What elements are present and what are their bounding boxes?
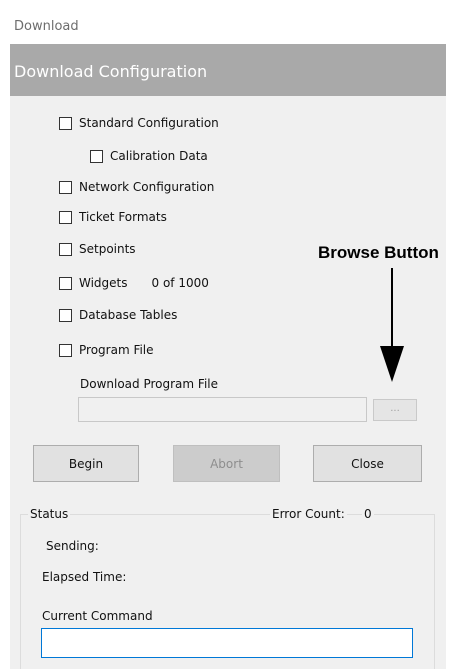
program-file-path-field[interactable] bbox=[78, 397, 367, 422]
checkbox-box[interactable] bbox=[59, 242, 72, 256]
checkbox-label: Widgets bbox=[79, 276, 128, 290]
checkbox-box[interactable] bbox=[90, 149, 103, 163]
error-count-value: 0 bbox=[362, 507, 374, 521]
checkbox-box[interactable] bbox=[59, 210, 72, 224]
checkbox-label: Ticket Formats bbox=[79, 210, 167, 224]
checkbox-calibration-data[interactable]: Calibration Data bbox=[90, 149, 208, 163]
checkbox-standard-configuration[interactable]: Standard Configuration bbox=[59, 116, 219, 130]
header-banner: Download Configuration bbox=[10, 44, 446, 96]
current-command-label: Current Command bbox=[42, 609, 153, 623]
annotation-arrow-down-icon bbox=[380, 346, 404, 382]
checkbox-box[interactable] bbox=[59, 343, 72, 357]
status-title: Status bbox=[28, 507, 71, 521]
title-bar: Download bbox=[10, 10, 446, 44]
checkbox-box[interactable] bbox=[59, 276, 72, 290]
checkbox-network-configuration[interactable]: Network Configuration bbox=[59, 180, 214, 194]
checkbox-box[interactable] bbox=[59, 180, 72, 194]
checkbox-program-file[interactable]: Program File bbox=[59, 343, 154, 357]
browse-button-annotation: Browse Button bbox=[318, 243, 439, 262]
browse-button[interactable]: ... bbox=[373, 399, 417, 421]
elapsed-time-label: Elapsed Time: bbox=[42, 570, 127, 584]
checkbox-box[interactable] bbox=[59, 116, 72, 130]
checkbox-widgets[interactable]: Widgets 0 of 1000 bbox=[59, 276, 209, 290]
current-command-input[interactable] bbox=[41, 628, 413, 658]
window-title: Download bbox=[14, 19, 79, 34]
checkbox-label: Calibration Data bbox=[110, 149, 208, 163]
error-count-label: Error Count: bbox=[270, 507, 347, 521]
checkbox-database-tables[interactable]: Database Tables bbox=[59, 308, 177, 322]
checkbox-label: Database Tables bbox=[79, 308, 178, 322]
checkbox-ticket-formats[interactable]: Ticket Formats bbox=[59, 210, 167, 224]
checkbox-box[interactable] bbox=[59, 308, 72, 322]
checkbox-label: Program File bbox=[79, 343, 154, 357]
header-title: Download Configuration bbox=[14, 62, 208, 81]
checkbox-label: Setpoints bbox=[79, 242, 136, 256]
begin-button[interactable]: Begin bbox=[33, 445, 139, 482]
sending-label: Sending: bbox=[46, 539, 99, 553]
annotation-arrow-shaft bbox=[391, 268, 393, 348]
checkbox-label: Standard Configuration bbox=[79, 116, 219, 130]
checkbox-label: Network Configuration bbox=[79, 180, 215, 194]
checkbox-setpoints[interactable]: Setpoints bbox=[59, 242, 136, 256]
abort-button[interactable]: Abort bbox=[173, 445, 280, 482]
widgets-count: 0 of 1000 bbox=[151, 276, 209, 290]
download-program-file-label: Download Program File bbox=[80, 377, 218, 391]
close-button[interactable]: Close bbox=[313, 445, 422, 482]
